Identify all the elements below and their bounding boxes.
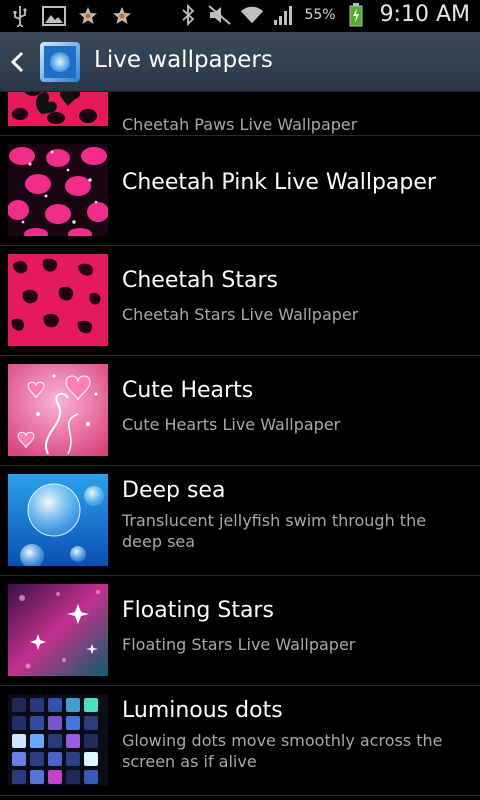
thumbnail-cheetah-stars [8, 254, 108, 346]
item-subtitle: Translucent jellyfish swim through the d… [122, 511, 427, 551]
item-title: Luminous dots [122, 698, 283, 723]
item-title: Cheetah Stars [122, 268, 278, 293]
item-title: Cute Hearts [122, 378, 254, 403]
clock: 9:10 AM [379, 2, 470, 27]
mute-icon [208, 3, 232, 27]
gallery-icon [42, 4, 66, 28]
list-item[interactable]: Cheetah Stars Cheetah Stars Live Wallpap… [0, 246, 480, 356]
thumbnail-cute-hearts [8, 364, 108, 456]
wallpaper-list: Cheetah Paws Live Wallpaper Cheetah Pink… [0, 92, 480, 800]
status-bar: 55% 9:10 AM [0, 0, 480, 32]
star-icon [76, 4, 100, 28]
item-title: Deep sea [122, 478, 226, 503]
item-subtitle: Glowing dots move smoothly across the sc… [122, 731, 443, 771]
item-title: Cheetah Pink Live Wallpaper [122, 170, 436, 195]
list-item[interactable]: Cheetah Paws Live Wallpaper [0, 92, 480, 136]
list-item[interactable]: Luminous dots Glowing dots move smoothly… [0, 686, 480, 796]
thumbnail-deep-sea [8, 474, 108, 566]
back-arrow-icon[interactable] [8, 48, 32, 76]
page-title: Live wallpapers [94, 47, 273, 73]
thumbnail-floating-stars [8, 584, 108, 676]
usb-icon [8, 4, 32, 28]
list-item[interactable]: Cheetah Pink Live Wallpaper [0, 136, 480, 246]
list-item[interactable]: Deep sea Translucent jellyfish swim thro… [0, 466, 480, 576]
item-subtitle: Cheetah Stars Live Wallpaper [122, 305, 359, 324]
item-subtitle: Cute Hearts Live Wallpaper [122, 415, 341, 434]
item-subtitle: Floating Stars Live Wallpaper [122, 635, 356, 654]
status-notifications [8, 4, 134, 28]
battery-percent: 55% [304, 6, 336, 23]
thumbnail-luminous-dots [8, 694, 108, 786]
live-wallpaper-app-icon[interactable] [40, 42, 80, 82]
item-subtitle: Cheetah Paws Live Wallpaper [122, 115, 358, 134]
list-item[interactable]: Floating Stars Floating Stars Live Wallp… [0, 576, 480, 686]
signal-icon [272, 3, 296, 27]
wifi-icon [240, 3, 264, 27]
battery-charging-icon [344, 2, 368, 27]
thumbnail-cheetah-paws [8, 92, 108, 126]
item-title: Floating Stars [122, 598, 274, 623]
status-system: 55% 9:10 AM [176, 2, 470, 27]
bluetooth-icon [176, 3, 200, 27]
thumbnail-cheetah-pink [8, 144, 108, 236]
list-item[interactable]: Cute Hearts Cute Hearts Live Wallpaper [0, 356, 480, 466]
star-icon [110, 4, 134, 28]
action-bar: Live wallpapers [0, 32, 480, 92]
